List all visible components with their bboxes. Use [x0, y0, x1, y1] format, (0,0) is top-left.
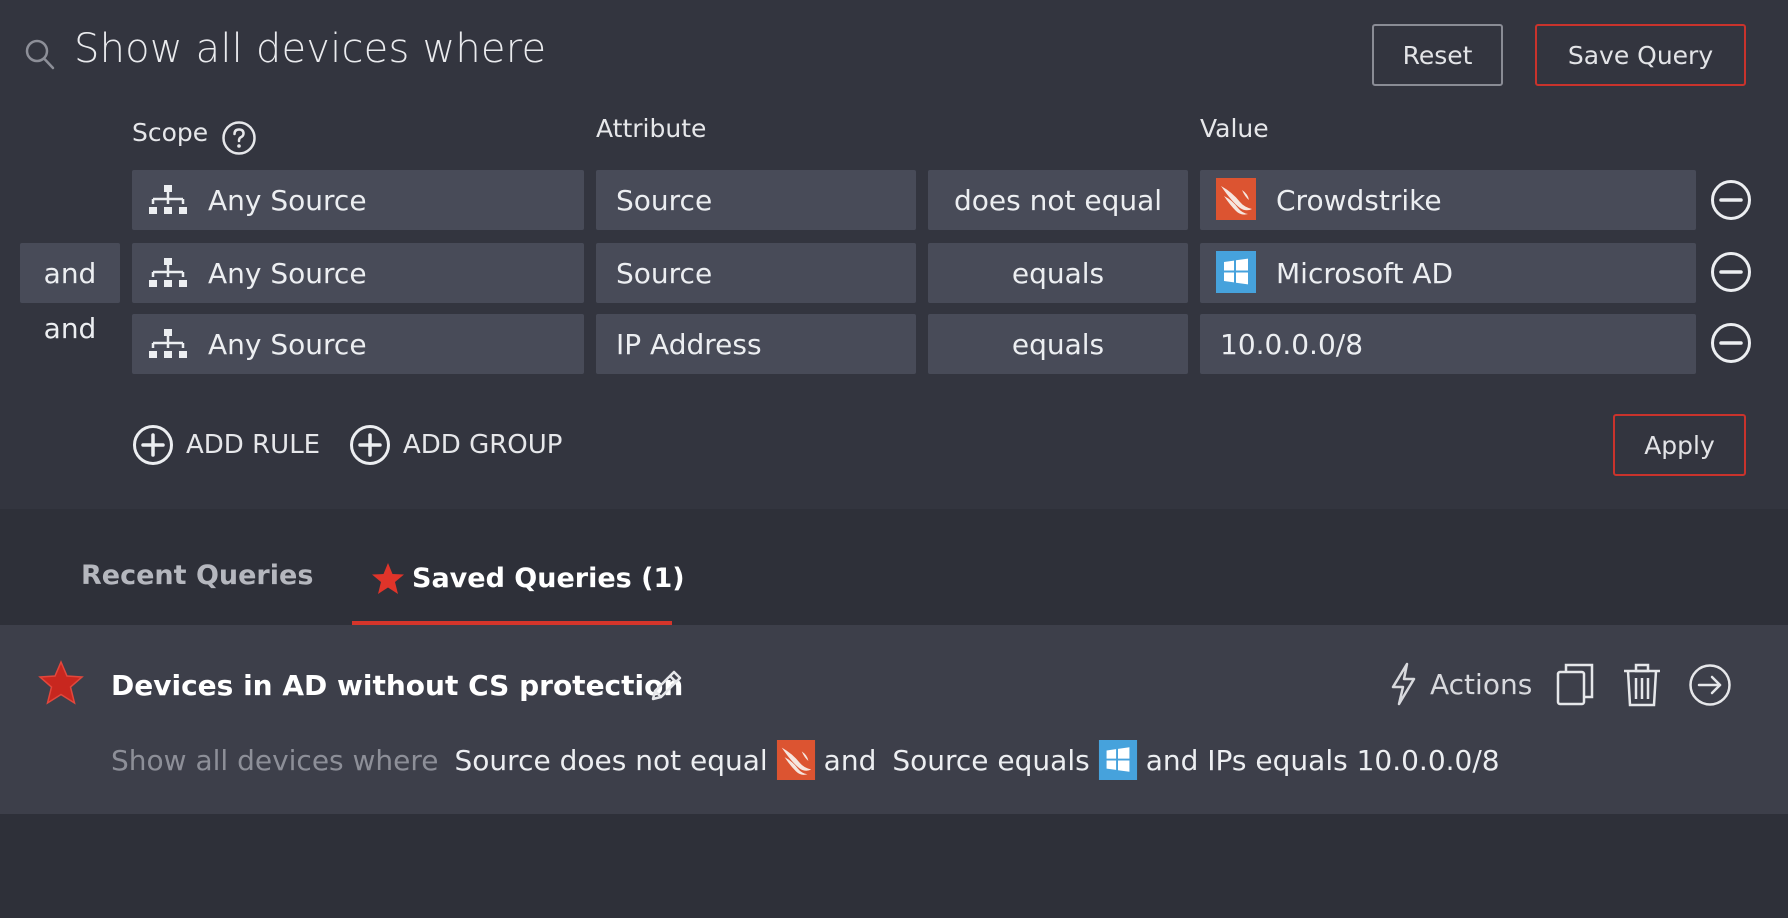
tab-recent-queries[interactable]: Recent Queries	[81, 560, 313, 591]
attribute-select[interactable]: Source	[596, 170, 916, 230]
operator-value: equals	[1011, 327, 1105, 361]
saved-query-title: Devices in AD without CS protection	[111, 669, 684, 702]
plus-circle-icon	[350, 425, 390, 465]
remove-rule-icon[interactable]	[1710, 251, 1752, 293]
value-column-header: Value	[1200, 114, 1269, 143]
add-rule-button[interactable]: ADD RULE	[132, 424, 320, 466]
scope-value: Any Source	[208, 256, 367, 290]
query-headline: Show all devices where	[74, 26, 547, 72]
reset-button[interactable]: Reset	[1372, 24, 1503, 86]
value-text: Microsoft AD	[1276, 256, 1454, 290]
remove-rule-icon[interactable]	[1710, 179, 1752, 221]
star-icon	[372, 563, 404, 594]
attribute-select[interactable]: IP Address	[596, 314, 916, 374]
operator-select[interactable]: does not equal	[928, 170, 1188, 230]
value-select[interactable]: Microsoft AD	[1200, 243, 1696, 303]
value-text: 10.0.0.0/8	[1220, 327, 1364, 361]
hierarchy-icon	[149, 329, 187, 358]
attribute-select[interactable]: Source	[596, 243, 916, 303]
help-icon[interactable]	[221, 120, 257, 156]
apply-button[interactable]: Apply	[1613, 414, 1746, 476]
attribute-value: Source	[616, 256, 713, 290]
value-select[interactable]: Crowdstrike	[1200, 170, 1696, 230]
scope-column-header: Scope	[132, 118, 209, 147]
add-group-button[interactable]: ADD GROUP	[349, 424, 562, 466]
scope-select[interactable]: Any Source	[132, 170, 584, 230]
windows-logo-icon	[1216, 251, 1256, 293]
saved-query-summary: Show all devices where Source does not e…	[111, 740, 1500, 780]
hierarchy-icon	[149, 185, 187, 214]
summary-condition-1: Source does not equal	[454, 743, 768, 777]
scope-value: Any Source	[208, 327, 367, 361]
summary-condition-2: Source equals	[892, 743, 1090, 777]
scope-select[interactable]: Any Source	[132, 314, 584, 374]
operator-select[interactable]: equals	[928, 243, 1188, 303]
summary-condition-3: and IPs equals 10.0.0.0/8	[1145, 743, 1500, 777]
arrow-right-circle-icon[interactable]	[1688, 662, 1732, 708]
attribute-column-header: Attribute	[596, 114, 707, 143]
operator-value: does not equal	[953, 183, 1163, 217]
plus-circle-icon	[133, 425, 173, 465]
summary-and: and	[823, 743, 877, 777]
tab-saved-queries[interactable]: Saved Queries (1)	[412, 563, 685, 594]
crowdstrike-logo-icon	[1216, 178, 1256, 220]
actions-button[interactable]: Actions	[1388, 662, 1532, 706]
hierarchy-icon	[149, 258, 187, 287]
summary-prefix: Show all devices where	[111, 743, 439, 777]
value-input[interactable]: 10.0.0.0/8	[1200, 314, 1696, 374]
conjunction-label[interactable]: and	[20, 312, 120, 345]
scope-select[interactable]: Any Source	[132, 243, 584, 303]
scope-value: Any Source	[208, 183, 367, 217]
actions-label: Actions	[1430, 667, 1533, 701]
lightning-icon	[1391, 662, 1416, 706]
windows-logo-icon	[1098, 740, 1137, 780]
save-query-button[interactable]: Save Query	[1535, 24, 1746, 86]
crowdstrike-logo-icon	[776, 740, 815, 780]
remove-rule-icon[interactable]	[1710, 322, 1752, 364]
add-rule-label: ADD RULE	[186, 430, 321, 460]
operator-value: equals	[1011, 256, 1105, 290]
attribute-value: Source	[616, 183, 713, 217]
add-group-label: ADD GROUP	[403, 430, 563, 460]
trash-icon[interactable]	[1620, 662, 1664, 708]
attribute-value: IP Address	[616, 327, 762, 361]
saved-query-card[interactable]	[0, 625, 1788, 814]
pencil-icon[interactable]	[645, 665, 687, 707]
value-text: Crowdstrike	[1276, 183, 1442, 217]
operator-select[interactable]: equals	[928, 314, 1188, 374]
copy-icon[interactable]	[1554, 662, 1598, 708]
conjunction-select[interactable]: and	[20, 243, 120, 303]
search-icon	[25, 39, 55, 70]
star-icon[interactable]	[37, 660, 85, 706]
